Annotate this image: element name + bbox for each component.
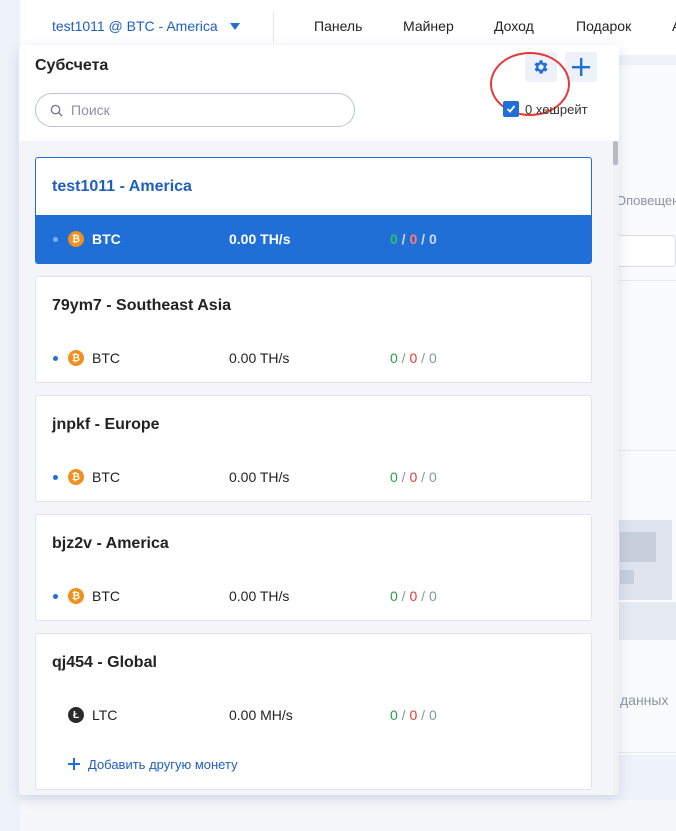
search-icon: [50, 104, 63, 117]
dead-workers: 0: [428, 231, 437, 247]
coin-label: BTC: [92, 588, 120, 604]
add-coin-label: Добавить другую монету: [88, 756, 238, 772]
worker-counts: 0 / 0 / 0: [390, 350, 437, 366]
checkbox[interactable]: [503, 101, 519, 117]
scrollbar-thumb[interactable]: [613, 141, 618, 165]
account-switcher[interactable]: test1011 @ BTC - America: [52, 18, 240, 34]
dead-workers: 0: [428, 588, 437, 604]
background-label-notifications: Оповещения: [616, 193, 676, 208]
add-subaccount-button[interactable]: [565, 52, 597, 82]
worker-counts: 0 / 0 / 0: [390, 231, 437, 247]
nav-dashboard[interactable]: Панель: [314, 18, 403, 34]
subaccount-name: bjz2v - America: [52, 534, 169, 552]
status-dot: [53, 237, 58, 242]
litecoin-icon: Ł: [68, 707, 84, 723]
background-footer: [20, 800, 676, 831]
subaccount-card[interactable]: bjz2v - America ₿ BTC 0.00 TH/s 0 / 0 / …: [35, 514, 592, 621]
empty-state-illustration: [612, 520, 676, 640]
bitcoin-icon: ₿: [68, 350, 84, 366]
caret-down-icon: [229, 22, 240, 30]
scrollbar[interactable]: [613, 141, 619, 795]
add-coin-button[interactable]: Добавить другую монету: [36, 739, 591, 789]
coin-row[interactable]: ₿ BTC 0.00 TH/s 0 / 0 / 0: [36, 215, 591, 263]
background-label-data: данных: [620, 692, 669, 708]
subaccount-card[interactable]: test1011 - America ₿ BTC 0.00 TH/s 0 / 0…: [35, 157, 592, 264]
active-workers: 0: [390, 707, 398, 723]
worker-counts: 0 / 0 / 0: [390, 469, 437, 485]
hashrate-value: 0.00 MH/s: [229, 707, 293, 723]
search-input[interactable]: [71, 102, 331, 118]
active-workers: 0: [390, 469, 398, 485]
coin-label: LTC: [92, 707, 118, 723]
dead-workers: 0: [428, 350, 437, 366]
worker-counts: 0 / 0 / 0: [390, 588, 437, 604]
account-label: test1011 @ BTC - America: [52, 18, 218, 34]
divider: [612, 752, 676, 753]
subaccount-name: jnpkf - Europe: [52, 415, 160, 433]
subaccount-name: qj454 - Global: [52, 653, 157, 671]
worker-counts: 0 / 0 / 0: [390, 707, 437, 723]
coin-row[interactable]: ₿ BTC 0.00 TH/s 0 / 0 / 0: [36, 453, 591, 501]
check-icon: [506, 105, 516, 113]
subaccount-list: test1011 - America ₿ BTC 0.00 TH/s 0 / 0…: [35, 157, 592, 795]
status-dot: [53, 475, 58, 480]
dropdown-header: Субсчета 0 хеш: [19, 45, 619, 141]
coin-row[interactable]: ₿ BTC 0.00 TH/s 0 / 0 / 0: [36, 334, 591, 382]
zero-hashrate-label: 0 хешрейт: [525, 101, 588, 117]
divider: [612, 280, 676, 281]
bitcoin-icon: ₿: [68, 588, 84, 604]
dead-workers: 0: [428, 469, 437, 485]
plus-icon: [68, 758, 80, 770]
bitcoin-icon: ₿: [68, 469, 84, 485]
nav-earnings[interactable]: Доход: [494, 18, 576, 34]
hashrate-value: 0.00 TH/s: [229, 469, 290, 485]
coin-label: BTC: [92, 469, 120, 485]
hashrate-value: 0.00 TH/s: [229, 588, 290, 604]
subaccount-card[interactable]: 79ym7 - Southeast Asia ₿ BTC 0.00 TH/s 0…: [35, 276, 592, 383]
nav-miners[interactable]: Майнер: [403, 18, 494, 34]
hashrate-value: 0.00 TH/s: [229, 231, 291, 247]
hashrate-value: 0.00 TH/s: [229, 350, 290, 366]
nav-more[interactable]: А: [672, 18, 676, 34]
search-field[interactable]: [35, 93, 355, 127]
zero-hashrate-filter[interactable]: 0 хешрейт: [503, 101, 588, 117]
background-page: [612, 65, 676, 755]
panel-title: Субсчета: [35, 57, 109, 74]
subaccount-name: 79ym7 - Southeast Asia: [52, 296, 232, 314]
coin-label: BTC: [92, 350, 120, 366]
subaccount-dropdown: Субсчета 0 хеш: [19, 45, 619, 795]
subaccount-card[interactable]: jnpkf - Europe ₿ BTC 0.00 TH/s 0 / 0 / 0: [35, 395, 592, 502]
divider: [612, 450, 676, 451]
status-dot: [53, 594, 58, 599]
coin-label: BTC: [92, 231, 121, 247]
coin-row[interactable]: Ł LTC 0.00 MH/s 0 / 0 / 0: [36, 691, 591, 739]
dead-workers: 0: [428, 707, 437, 723]
subaccount-name: test1011 - America: [52, 177, 192, 195]
status-dot: [53, 356, 58, 361]
active-workers: 0: [390, 588, 398, 604]
background-input: [612, 235, 676, 267]
bitcoin-icon: ₿: [68, 231, 84, 247]
plus-icon: [572, 58, 590, 76]
subaccount-card[interactable]: qj454 - Global Ł LTC 0.00 MH/s 0 / 0 / 0…: [35, 633, 592, 790]
divider: [273, 12, 274, 42]
nav-gift[interactable]: Подарок: [576, 18, 672, 34]
coin-row[interactable]: ₿ BTC 0.00 TH/s 0 / 0 / 0: [36, 572, 591, 620]
active-workers: 0: [390, 231, 398, 247]
main-nav: Панель Майнер Доход Подарок А: [314, 18, 676, 34]
active-workers: 0: [390, 350, 398, 366]
